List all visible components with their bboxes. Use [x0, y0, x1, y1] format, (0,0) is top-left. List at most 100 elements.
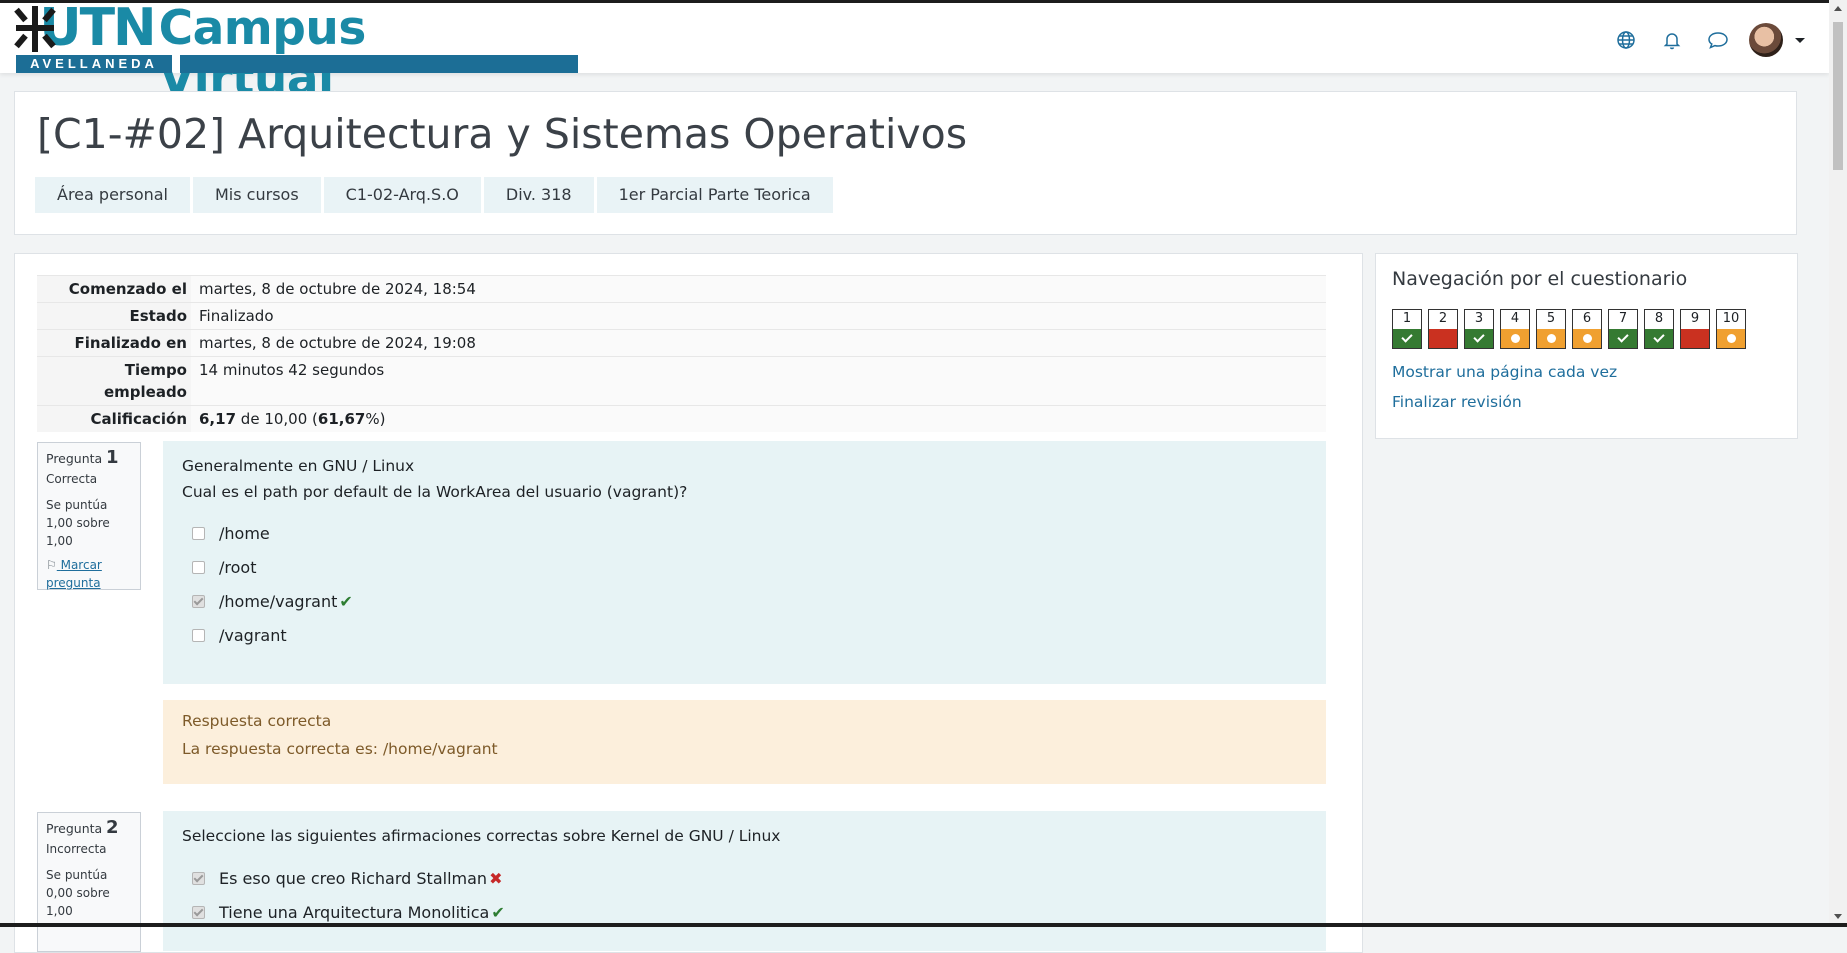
quiz-nav-button-4[interactable]: 4	[1500, 309, 1530, 349]
question-label: Pregunta	[46, 821, 103, 836]
quiz-nav-button-5[interactable]: 5	[1536, 309, 1566, 349]
answer-option[interactable]: /home	[182, 516, 1307, 550]
quiz-nav-state-correct-icon	[1609, 329, 1637, 348]
answer-list: Es eso que creo Richard Stallman ✖ Tiene …	[182, 861, 1307, 929]
grade-of: de 10,00	[240, 410, 308, 428]
answer-label: /home/vagrant	[219, 591, 338, 611]
quiz-nav-number: 8	[1654, 311, 1664, 326]
quiz-nav-button-9[interactable]: 9	[1680, 309, 1710, 349]
logo-strip	[180, 55, 578, 73]
quiz-nav-state-partial-icon	[1573, 329, 1601, 348]
quiz-nav-button-10[interactable]: 10	[1716, 309, 1746, 349]
quiz-nav-number: 7	[1618, 311, 1628, 326]
feedback-title: Respuesta correcta	[182, 712, 332, 730]
quiz-nav-state-correct-icon	[1645, 329, 1673, 348]
navbar: UTN Campus Virtual AVELLANEDA	[0, 0, 1829, 104]
quiz-nav-button-1[interactable]: 1	[1392, 309, 1422, 349]
breadcrumb-item-division[interactable]: Div. 318	[480, 177, 594, 213]
scrollbar-thumb[interactable]	[1833, 22, 1843, 170]
question-feedback-1: Respuesta correcta La respuesta correcta…	[163, 700, 1326, 784]
quiz-nav-state-correct-icon	[1465, 329, 1493, 348]
answer-label: /vagrant	[219, 625, 287, 645]
summary-row-state: Estado Finalizado	[37, 302, 1326, 330]
question-state: Incorrecta	[46, 842, 107, 856]
feedback-right-answer: La respuesta correcta es: /home/vagrant	[182, 740, 498, 758]
messages-button[interactable]	[1695, 17, 1741, 63]
summary-row-finished: Finalizado en martes, 8 de octubre de 20…	[37, 329, 1326, 357]
answer-option[interactable]: /home/vagrant ✔	[182, 584, 1307, 618]
quiz-nav-number: 1	[1402, 311, 1412, 326]
summary-row-time: Tiempo empleado 14 minutos 42 segundos	[37, 356, 1326, 406]
summary-label: Comenzado el	[37, 275, 191, 303]
bell-icon	[1663, 33, 1681, 50]
quiz-navigation-buttons: 1 2 3 4 5 6 7 8 9 10	[1392, 309, 1752, 349]
quiz-nav-button-6[interactable]: 6	[1572, 309, 1602, 349]
notifications-button[interactable]	[1649, 17, 1695, 63]
summary-value: Finalizado	[191, 302, 1326, 330]
scroll-up-arrow-icon[interactable]	[1834, 6, 1842, 11]
user-menu-caret-icon[interactable]	[1795, 37, 1805, 43]
answer-checkbox[interactable]	[192, 905, 205, 919]
correct-check-icon: ✔	[491, 902, 505, 922]
quiz-navigation-title: Navegación por el cuestionario	[1392, 268, 1688, 290]
summary-value: martes, 8 de octubre de 2024, 18:54	[191, 275, 1326, 303]
answer-checkbox[interactable]	[192, 594, 205, 608]
question-content-1: Generalmente en GNU / Linux Cual es el p…	[163, 441, 1326, 684]
answer-checkbox[interactable]	[192, 526, 205, 540]
answer-checkbox[interactable]	[192, 871, 205, 885]
vertical-scrollbar[interactable]	[1829, 0, 1847, 927]
answer-checkbox[interactable]	[192, 628, 205, 642]
breadcrumb: Área personal Mis cursos C1-02-Arq.S.O D…	[35, 177, 833, 213]
breadcrumb-item-area-personal[interactable]: Área personal	[35, 177, 190, 213]
flag-question-link[interactable]: ⚐ Marcar pregunta	[46, 556, 132, 592]
question-title: Generalmente en GNU / Linux	[182, 457, 415, 475]
correct-check-icon: ✔	[339, 591, 353, 611]
grade-percent: 61,67	[317, 410, 366, 428]
question-content-2: Seleccione las siguientes afirmaciones c…	[163, 811, 1326, 951]
answer-option[interactable]: /vagrant	[182, 618, 1307, 652]
logo-utn-text: UTN	[39, 0, 156, 58]
quiz-nav-button-3[interactable]: 3	[1464, 309, 1494, 349]
quiz-nav-number: 4	[1510, 311, 1520, 326]
quiz-nav-state-wrong-icon	[1429, 329, 1457, 348]
show-one-page-link[interactable]: Mostrar una página cada vez	[1392, 363, 1617, 381]
navbar-actions	[1603, 17, 1829, 63]
question-state: Correcta	[46, 472, 98, 486]
question-grade: Se puntúa 0,00 sobre 1,00	[46, 868, 110, 918]
globe-icon	[1617, 31, 1635, 49]
page-title: [C1-#02] Arquitectura y Sistemas Operati…	[37, 110, 968, 158]
question-info-2: Pregunta 2 Incorrecta Se puntúa 0,00 sob…	[37, 812, 141, 952]
answer-label: /home	[219, 523, 270, 543]
quiz-nav-state-wrong-icon	[1681, 329, 1709, 348]
scroll-down-arrow-icon[interactable]	[1834, 914, 1842, 919]
breadcrumb-item-course[interactable]: C1-02-Arq.S.O	[320, 177, 481, 213]
quiz-nav-number: 5	[1546, 311, 1556, 326]
quiz-nav-number: 2	[1438, 311, 1448, 326]
answer-label: Tiene una Arquitectura Monolitica	[219, 902, 490, 922]
quiz-nav-button-8[interactable]: 8	[1644, 309, 1674, 349]
quiz-nav-number: 3	[1474, 311, 1484, 326]
question-info-1: Pregunta 1 Correcta Se puntúa 1,00 sobre…	[37, 442, 141, 590]
summary-row-grade: Calificación 6,17 de 10,00 (61,67%)	[37, 405, 1326, 432]
answer-checkbox[interactable]	[192, 560, 205, 574]
quiz-nav-state-correct-icon	[1393, 329, 1421, 348]
question-number: 2	[106, 817, 119, 838]
summary-value: martes, 8 de octubre de 2024, 19:08	[191, 329, 1326, 357]
attempt-summary-table: Comenzado el martes, 8 de octubre de 202…	[37, 275, 1326, 432]
language-button[interactable]	[1603, 17, 1649, 63]
quiz-nav-button-7[interactable]: 7	[1608, 309, 1638, 349]
flag-icon: ⚐	[46, 558, 57, 572]
finish-review-link[interactable]: Finalizar revisión	[1392, 393, 1522, 411]
answer-option[interactable]: /root	[182, 550, 1307, 584]
answer-option[interactable]: Es eso que creo Richard Stallman ✖	[182, 861, 1307, 895]
quiz-nav-button-2[interactable]: 2	[1428, 309, 1458, 349]
breadcrumb-item-mis-cursos[interactable]: Mis cursos	[190, 177, 321, 213]
answer-label: Es eso que creo Richard Stallman	[219, 868, 488, 888]
quiz-nav-state-partial-icon	[1537, 329, 1565, 348]
utn-emblem-icon	[14, 6, 56, 52]
breadcrumb-item-quiz[interactable]: 1er Parcial Parte Teorica	[593, 177, 833, 213]
summary-row-started: Comenzado el martes, 8 de octubre de 202…	[37, 275, 1326, 303]
question-text: Cual es el path por default de la WorkAr…	[182, 483, 688, 501]
answer-list: /home /root /home/vagrant ✔ /vagrant	[182, 516, 1307, 652]
user-avatar[interactable]	[1749, 23, 1783, 57]
